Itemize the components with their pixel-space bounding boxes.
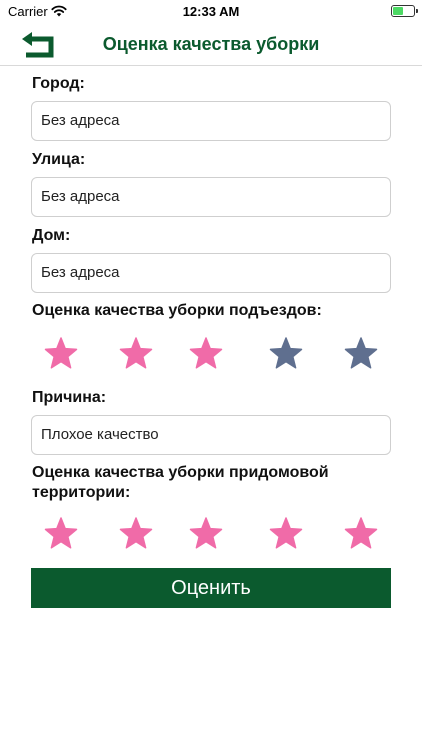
- star-icon: [119, 337, 153, 369]
- city-field[interactable]: Без адреса: [31, 101, 391, 141]
- entrance-star-4[interactable]: [268, 336, 304, 372]
- territory-rating-label-line1: Оценка качества уборки придомовой: [32, 464, 329, 481]
- territory-star-3[interactable]: [188, 516, 224, 552]
- star-icon: [344, 337, 378, 369]
- entrance-rating-label: Оценка качества уборки подъездов:: [32, 302, 322, 319]
- house-label: Дом:: [32, 227, 71, 244]
- star-icon: [44, 337, 78, 369]
- territory-star-2[interactable]: [118, 516, 154, 552]
- entrance-rating-stars: [31, 336, 391, 376]
- star-icon: [269, 517, 303, 549]
- reason-field[interactable]: Плохое качество: [31, 415, 391, 455]
- battery-icon: [391, 5, 415, 17]
- star-icon: [189, 517, 223, 549]
- star-icon: [189, 337, 223, 369]
- star-icon: [119, 517, 153, 549]
- star-icon: [44, 517, 78, 549]
- battery-cap: [416, 9, 418, 13]
- territory-star-4[interactable]: [268, 516, 304, 552]
- territory-star-1[interactable]: [43, 516, 79, 552]
- page-title: Оценка качества уборки: [102, 34, 320, 54]
- entrance-star-2[interactable]: [118, 336, 154, 372]
- territory-star-5[interactable]: [343, 516, 379, 552]
- star-icon: [344, 517, 378, 549]
- house-field[interactable]: Без адреса: [31, 253, 391, 293]
- territory-rating-label-line2: территории:: [32, 484, 131, 501]
- street-field[interactable]: Без адреса: [31, 177, 391, 217]
- reason-label: Причина:: [32, 389, 107, 406]
- entrance-star-1[interactable]: [43, 336, 79, 372]
- street-label: Улица:: [32, 151, 86, 168]
- status-bar: Carrier 12:33 AM: [0, 0, 422, 22]
- rate-button[interactable]: Оценить: [31, 568, 391, 608]
- city-label: Город:: [32, 75, 85, 92]
- star-icon: [269, 337, 303, 369]
- clock: 12:33 AM: [182, 4, 240, 19]
- navigation-bar: Оценка качества уборки: [0, 22, 422, 66]
- entrance-star-5[interactable]: [343, 336, 379, 372]
- entrance-star-3[interactable]: [188, 336, 224, 372]
- territory-rating-stars: [31, 516, 391, 556]
